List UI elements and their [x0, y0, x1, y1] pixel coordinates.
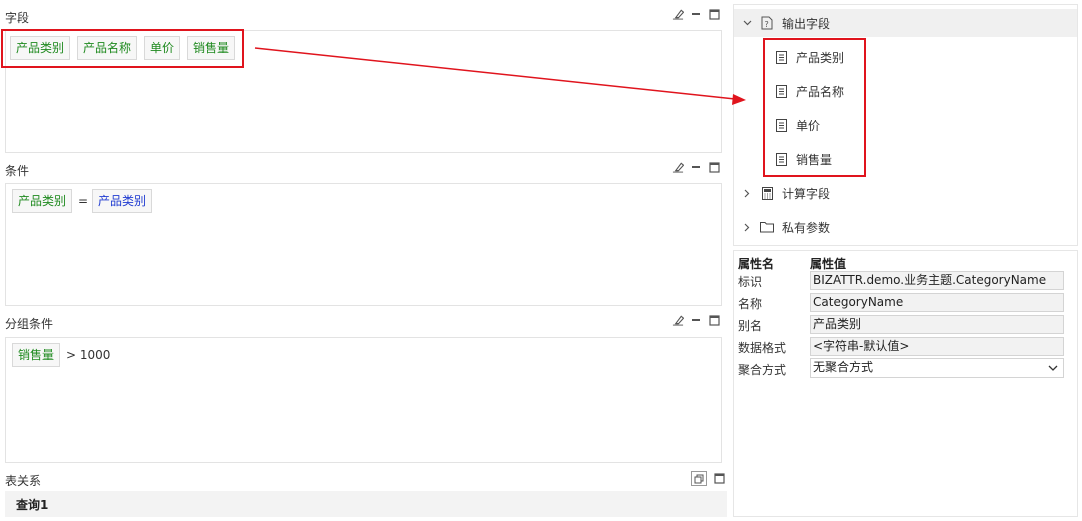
fields-section-toolbar [672, 8, 720, 20]
chevron-down-icon[interactable] [742, 18, 752, 28]
svg-text:?: ? [765, 20, 769, 29]
group-condition-expression[interactable]: > 1000 [66, 348, 110, 362]
output-fields-highlight-box [763, 38, 866, 177]
chevron-down-icon[interactable] [1047, 362, 1059, 374]
condition-section-toolbar [672, 161, 720, 173]
calculator-icon [760, 186, 774, 200]
relation-section-title: 表关系 [5, 474, 42, 488]
eraser-icon[interactable] [672, 8, 684, 20]
minimize-icon[interactable] [690, 8, 702, 20]
prop-value-name: CategoryName [810, 293, 1064, 312]
group-condition-section-title: 分组条件 [5, 317, 54, 331]
eraser-icon[interactable] [672, 161, 684, 173]
prop-value-format[interactable]: <字符串-默认值> [810, 337, 1064, 356]
relation-tab-bar: 查询1 [5, 491, 727, 517]
minimize-icon[interactable] [690, 314, 702, 326]
folder-icon [760, 220, 774, 234]
question-doc-icon: ? [760, 16, 774, 30]
tree-label-output-fields: 输出字段 [782, 16, 831, 31]
tab-query1[interactable]: 查询1 [16, 496, 48, 513]
condition-section-title: 条件 [5, 164, 30, 178]
fields-highlight-box [1, 29, 244, 68]
prop-value-alias[interactable]: 产品类别 [810, 315, 1064, 334]
maximize-icon[interactable] [713, 473, 725, 485]
condition-right-chip[interactable]: 产品类别 [92, 189, 153, 213]
tree-label-calc-fields: 计算字段 [782, 186, 831, 201]
tree-node-calc-fields[interactable]: 计算字段 [734, 179, 1077, 207]
relation-section-toolbar [691, 471, 725, 486]
condition-panel[interactable]: 产品类别 = 产品类别 [5, 183, 722, 306]
group-condition-panel[interactable]: 销售量 > 1000 [5, 337, 722, 463]
minimize-icon[interactable] [690, 161, 702, 173]
chevron-right-icon[interactable] [742, 188, 752, 198]
properties-header-value: 属性值 [810, 257, 847, 271]
aggregation-select-value: 无聚合方式 [813, 360, 874, 374]
prop-name-id: 标识 [738, 275, 763, 289]
chevron-right-icon[interactable] [742, 222, 752, 232]
condition-operator[interactable]: = [78, 194, 88, 208]
maximize-icon[interactable] [708, 314, 720, 326]
eraser-icon[interactable] [672, 314, 684, 326]
maximize-icon[interactable] [708, 8, 720, 20]
prop-name-alias: 别名 [738, 319, 763, 333]
prop-name-format: 数据格式 [738, 341, 787, 355]
group-condition-section-toolbar [672, 314, 720, 326]
restore-icon[interactable] [691, 471, 707, 486]
aggregation-select[interactable]: 无聚合方式 [810, 358, 1064, 378]
tree-node-private-params[interactable]: 私有参数 [734, 213, 1077, 241]
properties-header-name: 属性名 [738, 257, 775, 271]
prop-value-id: BIZATTR.demo.业务主题.CategoryName [810, 271, 1064, 290]
properties-panel: 属性名 属性值 标识 BIZATTR.demo.业务主题.CategoryNam… [733, 250, 1078, 517]
condition-left-chip[interactable]: 产品类别 [12, 189, 73, 213]
prop-name-aggregation: 聚合方式 [738, 363, 787, 377]
group-condition-field-chip[interactable]: 销售量 [12, 343, 61, 367]
tree-label-private-params: 私有参数 [782, 220, 831, 235]
fields-section-title: 字段 [5, 11, 30, 25]
maximize-icon[interactable] [708, 161, 720, 173]
prop-name-name: 名称 [738, 297, 763, 311]
tree-node-output-fields[interactable]: ? 输出字段 [734, 9, 1077, 37]
